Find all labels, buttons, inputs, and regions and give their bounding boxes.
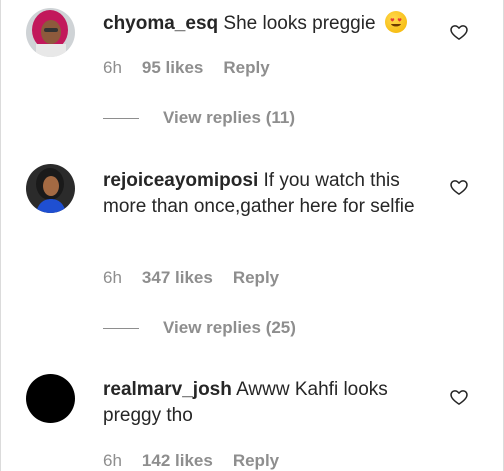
comment-username[interactable]: chyoma_esq <box>103 13 218 34</box>
comment-meta: 6h 95 likes Reply <box>103 58 270 78</box>
view-replies-label: View replies (25) <box>163 318 296 337</box>
like-heart-icon[interactable] <box>449 22 469 42</box>
avatar[interactable] <box>26 164 75 213</box>
reply-button[interactable]: Reply <box>233 451 279 471</box>
comment-likes[interactable]: 142 likes <box>142 451 213 471</box>
replies-divider-line <box>103 117 139 119</box>
comment-meta: 6h 142 likes Reply <box>103 451 279 471</box>
view-replies-button[interactable]: View replies (25) <box>103 318 296 338</box>
comment-time: 6h <box>103 451 122 470</box>
view-replies-button[interactable]: View replies (11) <box>103 108 295 128</box>
comment-username[interactable]: realmarv_josh <box>103 379 232 400</box>
reply-button[interactable]: Reply <box>223 58 269 78</box>
comment-time: 6h <box>103 58 122 77</box>
avatar[interactable] <box>26 8 75 57</box>
comment-time: 6h <box>103 268 122 287</box>
replies-divider-line <box>103 327 139 329</box>
avatar[interactable] <box>26 374 75 423</box>
comment-text-block: chyoma_esq She looks preggie <box>103 11 433 37</box>
heart-eyes-emoji-icon <box>384 11 407 33</box>
comment-meta: 6h 347 likes Reply <box>103 268 279 288</box>
reply-button[interactable]: Reply <box>233 268 279 288</box>
comments-panel: chyoma_esq She looks preggie 6h 95 likes… <box>0 0 504 471</box>
comment-likes[interactable]: 95 likes <box>142 58 203 78</box>
comment-text-block: realmarv_josh Awww Kahfi looks preggy th… <box>103 377 433 429</box>
view-replies-label: View replies (11) <box>163 108 295 127</box>
like-heart-icon[interactable] <box>449 177 469 197</box>
comment-text-block: rejoiceayomiposi If you watch this more … <box>103 168 433 220</box>
comment-likes[interactable]: 347 likes <box>142 268 213 288</box>
comment-body: She looks preggie <box>218 13 381 34</box>
comment-username[interactable]: rejoiceayomiposi <box>103 170 258 191</box>
like-heart-icon[interactable] <box>449 387 469 407</box>
